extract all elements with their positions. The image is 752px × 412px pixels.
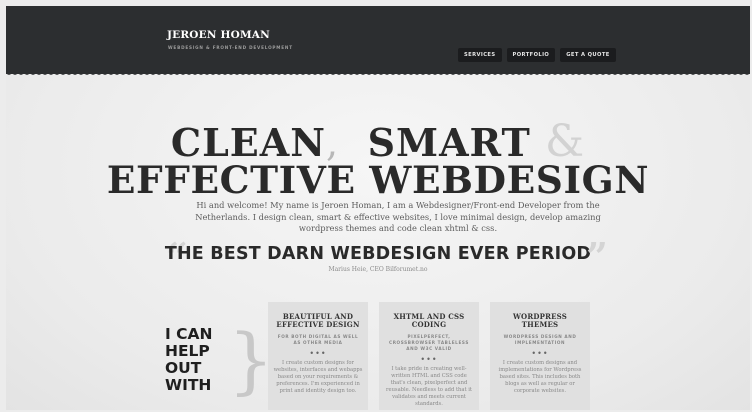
services-heading-line: WITH	[165, 376, 212, 394]
nav-services-button[interactable]: SERVICES	[458, 48, 502, 62]
service-card-dots: •••	[531, 349, 549, 358]
services-heading-line: OUT	[165, 359, 202, 377]
service-card-body: I create custom designs and implementati…	[498, 360, 582, 394]
services-heading-line: HELP	[165, 342, 210, 360]
nav-get-a-quote-button[interactable]: GET A QUOTE	[560, 48, 616, 62]
intro-text: Hi and welcome! My name is Jeroen Homan,…	[195, 200, 601, 233]
service-card-body: I take pride in creating well-written HT…	[386, 366, 472, 407]
service-card-dots: •••	[420, 355, 438, 364]
service-card-subtitle: FOR BOTH DIGITAL AS WELL AS OTHER MEDIA	[277, 334, 359, 345]
testimonial-author: Marius Heie, CEO Bilforumet.no	[328, 266, 428, 273]
service-card-body: I create custom designs for websites, in…	[273, 360, 363, 394]
header-serrated-edge	[6, 72, 750, 77]
curly-brace-decoration: }	[228, 318, 274, 402]
service-card-subtitle: PIXELPERFECT, CROSSBROWSER TABLELESS AND…	[389, 334, 469, 351]
service-card-wordpress: WORDPRESS THEMES WORDPRESS DESIGN AND IM…	[490, 302, 590, 410]
testimonial-quote: THE BEST DARN WEBDESIGN EVER PERIOD	[164, 244, 592, 264]
main-nav: SERVICES PORTFOLIO GET A QUOTE	[458, 48, 616, 62]
nav-portfolio-button[interactable]: PORTFOLIO	[506, 48, 556, 62]
page-frame: JEROEN HOMAN WEBDESIGN & FRONT-END DEVEL…	[6, 6, 750, 410]
brand-name[interactable]: JEROEN HOMAN	[167, 29, 270, 41]
service-card-design: BEAUTIFUL AND EFFECTIVE DESIGN FOR BOTH …	[268, 302, 368, 410]
service-card-title: WORDPRESS THEMES	[512, 312, 568, 329]
services-heading: I CAN HELP OUT WITH	[165, 326, 213, 394]
services-heading-line: I CAN	[165, 325, 213, 343]
site-header: JEROEN HOMAN WEBDESIGN & FRONT-END DEVEL…	[6, 6, 750, 74]
brand-tagline: WEBDESIGN & FRONT-END DEVELOPMENT	[168, 45, 293, 50]
service-card-title: XHTML AND CSS CODING	[393, 312, 465, 329]
service-card-coding: XHTML AND CSS CODING PIXELPERFECT, CROSS…	[379, 302, 479, 410]
service-card-dots: •••	[309, 349, 327, 358]
service-card-title: BEAUTIFUL AND EFFECTIVE DESIGN	[276, 312, 360, 329]
service-card-subtitle: WORDPRESS DESIGN AND IMPLEMENTATION	[503, 334, 577, 345]
hero-headline-line2: EFFECTIVE WEBDESIGN	[106, 158, 650, 202]
